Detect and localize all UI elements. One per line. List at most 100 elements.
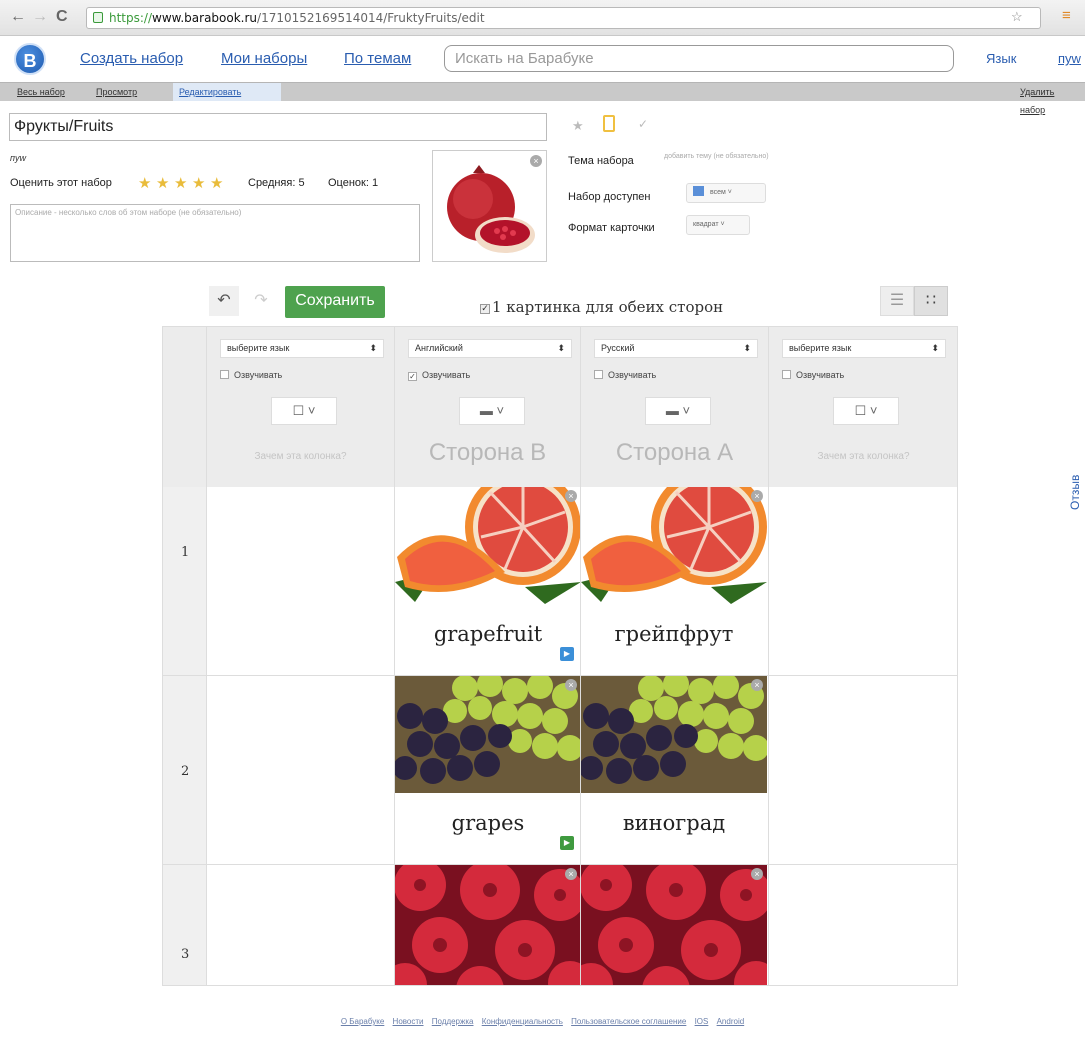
speak-option[interactable]: Озвучивать	[782, 370, 844, 380]
card-format-button[interactable]: ▬ ˅	[459, 397, 525, 425]
speak-checkbox[interactable]	[594, 370, 603, 379]
close-icon[interactable]: ×	[751, 868, 763, 880]
card-word[interactable]: виноград	[581, 811, 767, 835]
footer-link-android[interactable]: Android	[717, 1017, 745, 1026]
speak-option[interactable]: ✓ Озвучивать	[408, 370, 470, 381]
card-cell[interactable]: ×	[581, 865, 769, 985]
speak-option[interactable]: Озвучивать	[220, 370, 282, 380]
tab-whole-set[interactable]: Весь набор	[11, 83, 71, 101]
side-b-label: Сторона B	[428, 439, 547, 466]
back-icon[interactable]: ←	[10, 8, 26, 26]
card-cell[interactable]: × виноград	[581, 676, 769, 865]
close-icon[interactable]: ×	[565, 679, 577, 691]
empty-cell[interactable]	[207, 487, 395, 676]
format-select[interactable]: квадрат ˅	[686, 215, 750, 235]
empty-cell[interactable]	[769, 676, 957, 865]
forward-icon[interactable]: →	[32, 8, 48, 26]
empty-cell[interactable]	[207, 865, 395, 985]
delete-set-link[interactable]: Удалить набор	[1014, 83, 1085, 115]
card-format-button[interactable]: ☐ ˅	[833, 397, 899, 425]
card-cell[interactable]: × grapes ▶	[395, 676, 581, 865]
site-logo[interactable]: B	[14, 43, 46, 75]
menu-icon[interactable]: ≡	[1062, 7, 1071, 24]
author-name[interactable]: пуw	[10, 153, 26, 163]
card-word[interactable]: grapes	[395, 811, 580, 835]
why-column-link[interactable]: Зачем эта колонка?	[769, 451, 957, 462]
one-picture-option[interactable]: ✓ 1 картинка для обеих сторон	[480, 298, 723, 316]
star-icon[interactable]: ★	[572, 118, 584, 134]
card-cell[interactable]: × grapefruit ▶	[395, 487, 581, 676]
card-cell[interactable]: ×	[395, 865, 581, 985]
card-icon[interactable]	[603, 115, 615, 132]
nav-my-sets[interactable]: Мои наборы	[221, 50, 307, 67]
redo-icon[interactable]: ↷	[246, 286, 276, 316]
row-number: 3	[163, 865, 207, 985]
cover-image[interactable]: ×	[432, 150, 547, 262]
rating-star[interactable]: ★	[210, 174, 223, 192]
description-input[interactable]: Описание - несколько слов об этом наборе…	[10, 204, 420, 262]
play-icon[interactable]: ▶	[560, 647, 574, 661]
topic-input[interactable]: добавить тему (не обязательно)	[664, 153, 769, 160]
column-header: выберите язык ⬍ Озвучивать ☐ ˅ Зачем эта …	[769, 327, 957, 487]
search-input[interactable]: Искать на Барабуке	[444, 45, 954, 72]
card-cell[interactable]: × грейпфрут	[581, 487, 769, 676]
one-picture-checkbox[interactable]: ✓	[480, 304, 490, 314]
card-word[interactable]: грейпфрут	[581, 622, 767, 646]
grapes-image: ×	[581, 676, 767, 793]
side-a-label: Сторона A	[615, 439, 734, 466]
address-bar[interactable]: https://www.barabook.ru/1710152169514014…	[86, 7, 1041, 29]
rating-star[interactable]: ★	[174, 174, 187, 192]
footer-link-terms[interactable]: Пользовательское соглашение	[571, 1017, 686, 1026]
why-column-link[interactable]: Зачем эта колонка?	[207, 451, 394, 462]
row-number: 2	[163, 676, 207, 865]
close-icon[interactable]: ×	[565, 868, 577, 880]
footer-link-privacy[interactable]: Конфиденциальность	[482, 1017, 563, 1026]
user-link[interactable]: пуw	[1058, 51, 1081, 66]
pomegranate-image	[447, 165, 535, 253]
rating-star[interactable]: ★	[156, 174, 169, 192]
speak-checkbox[interactable]	[782, 370, 791, 379]
access-select[interactable]: всем ˅	[686, 183, 766, 203]
speak-checkbox[interactable]	[220, 370, 229, 379]
nav-create-set[interactable]: Создать набор	[80, 50, 183, 67]
empty-cell[interactable]	[207, 676, 395, 865]
bookmark-star-icon[interactable]: ☆	[1011, 9, 1023, 25]
language-select[interactable]: выберите язык ⬍	[220, 339, 384, 358]
list-view-icon[interactable]: ☰	[880, 286, 914, 316]
footer-links: О Барабуке Новости Поддержка Конфиденциа…	[0, 1017, 1085, 1026]
speak-checkbox[interactable]: ✓	[408, 372, 417, 381]
rating-star[interactable]: ★	[138, 174, 151, 192]
tab-edit[interactable]: Редактировать	[173, 83, 281, 101]
nav-by-topic[interactable]: По темам	[344, 50, 411, 67]
footer-link-about[interactable]: О Барабуке	[341, 1017, 385, 1026]
language-link[interactable]: Язык	[986, 51, 1016, 66]
card-word[interactable]: grapefruit	[395, 622, 580, 646]
footer-link-news[interactable]: Новости	[393, 1017, 424, 1026]
feedback-tab[interactable]: Отзыв	[1068, 475, 1082, 510]
language-select[interactable]: выберите язык ⬍	[782, 339, 946, 358]
set-title-input[interactable]: Фрукты/Fruits	[9, 113, 547, 141]
check-icon[interactable]: ✓	[638, 117, 648, 131]
rating-star[interactable]: ★	[192, 174, 205, 192]
topic-label: Тема набора	[568, 155, 634, 167]
speak-option[interactable]: Озвучивать	[594, 370, 656, 380]
empty-cell[interactable]	[769, 487, 957, 676]
save-button[interactable]: Сохранить	[285, 286, 385, 318]
card-format-button[interactable]: ▬ ˅	[645, 397, 711, 425]
language-select[interactable]: Русский ⬍	[594, 339, 758, 358]
tab-view[interactable]: Просмотр	[90, 83, 143, 101]
footer-link-ios[interactable]: IOS	[695, 1017, 709, 1026]
close-icon[interactable]: ×	[530, 155, 542, 167]
language-select[interactable]: Английский ⬍	[408, 339, 572, 358]
play-icon[interactable]: ▶	[560, 836, 574, 850]
close-icon[interactable]: ×	[751, 679, 763, 691]
card-format-button[interactable]: ☐ ˅	[271, 397, 337, 425]
grid-view-icon[interactable]: ∷	[914, 286, 948, 316]
close-icon[interactable]: ×	[565, 490, 577, 502]
close-icon[interactable]: ×	[751, 490, 763, 502]
empty-cell[interactable]	[769, 865, 957, 985]
undo-icon[interactable]: ↶	[209, 286, 239, 316]
column-header: Английский ⬍ ✓ Озвучивать ▬ ˅ Сторона B	[395, 327, 581, 487]
reload-icon[interactable]: C	[56, 8, 68, 26]
footer-link-support[interactable]: Поддержка	[432, 1017, 474, 1026]
